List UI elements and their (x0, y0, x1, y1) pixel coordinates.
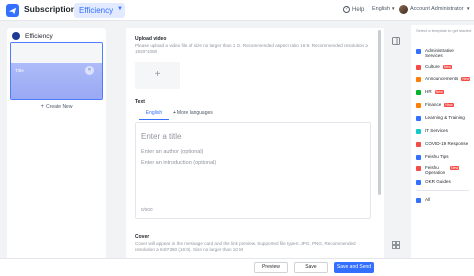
template-label: Finance (425, 102, 442, 107)
app-title: Subscriptions (24, 4, 81, 14)
upload-video-button[interactable]: + (135, 62, 180, 89)
announcements-icon (416, 76, 421, 82)
caret-down-icon: ▼ (391, 6, 396, 11)
upload-video-label: Upload video (135, 36, 167, 42)
card-thumbnail (11, 43, 102, 63)
template-label: Culture (425, 64, 440, 69)
save-button[interactable]: Save (294, 262, 328, 273)
template-item-announcements[interactable]: Announcements New (416, 76, 471, 82)
more-languages-button[interactable]: +More languages (173, 110, 213, 116)
upload-video-hint: Please upload a video file of size no la… (135, 43, 368, 54)
new-badge: New (442, 64, 453, 69)
template-label: COVID-19 Response (425, 141, 469, 146)
template-item-administrative-services[interactable]: Administrative Services (416, 48, 459, 59)
template-item-culture[interactable]: Culture New (416, 64, 453, 70)
app-logo-icon (6, 4, 19, 17)
language-label: English (372, 6, 391, 12)
channel-header: Efficiency (12, 32, 53, 40)
account-name[interactable]: Account Administrator ▼ (410, 6, 471, 12)
avatar[interactable] (399, 5, 408, 14)
plus-icon: + (154, 69, 161, 80)
new-badge: New (450, 165, 460, 170)
help-label: Help (352, 6, 365, 13)
template-label: HR (425, 89, 432, 94)
editor-panel: Upload video Please upload a video file … (126, 28, 384, 258)
editor-scrollbar[interactable] (378, 30, 381, 195)
new-badge: New (434, 89, 444, 94)
template-hint: Select a template to get started (416, 28, 472, 33)
channel-name: Efficiency (25, 32, 53, 40)
remove-card-icon[interactable]: ✕ (85, 66, 94, 75)
cover-label: Cover (135, 234, 150, 240)
learning-icon (416, 115, 421, 121)
plus-icon: + (40, 104, 45, 110)
template-label: Announcements (425, 76, 459, 81)
template-item-all[interactable]: All (416, 197, 430, 203)
create-new-button[interactable]: + Create New (7, 104, 106, 110)
template-item-it-services[interactable]: IT Services (416, 128, 448, 134)
message-list-panel: Efficiency Title ✕ + Create New (7, 28, 106, 273)
footer-bar: Preview Save Save and Send (0, 258, 474, 276)
divider (416, 190, 469, 191)
new-badge: New (461, 76, 471, 81)
template-item-feishu-tips[interactable]: Feishu Tips (416, 154, 449, 160)
card-title: Title (15, 69, 24, 74)
template-item-covid-19-response[interactable]: COVID-19 Response (416, 141, 468, 147)
text-editor[interactable]: Enter a title Enter an author (optional)… (135, 122, 371, 219)
active-tab-indicator (139, 119, 169, 120)
okr-guides-icon (416, 179, 421, 185)
grid-icon (416, 197, 421, 203)
character-counter: 0/500 (141, 207, 153, 212)
caret-down-icon: ▼ (117, 6, 123, 12)
space-name: Efficiency (79, 6, 114, 15)
template-label: IT Services (425, 128, 448, 133)
card-body: Title ✕ (11, 63, 102, 99)
top-header: Subscriptions Efficiency ▼ ? Help Englis… (0, 0, 474, 21)
title-input[interactable]: Enter a title (141, 132, 181, 141)
preview-button[interactable]: Preview (254, 262, 288, 273)
template-item-finance[interactable]: Finance New (416, 102, 454, 108)
culture-icon (416, 64, 421, 70)
caret-down-icon: ▼ (466, 6, 471, 11)
space-selector[interactable]: Efficiency ▼ (74, 3, 125, 18)
author-input[interactable]: Enter an author (optional) (141, 149, 203, 155)
feishu-operation-icon (416, 165, 421, 171)
template-item-okr-guides[interactable]: OKR Guides (416, 179, 451, 185)
template-label: Feishu Operation (425, 165, 446, 176)
help-button[interactable]: ? Help (343, 6, 364, 13)
template-item-hr[interactable]: HR New (416, 89, 444, 95)
it-services-icon (416, 128, 421, 134)
language-selector[interactable]: English▼ (372, 6, 396, 12)
feishu-tips-icon (416, 154, 421, 160)
hr-icon (416, 89, 421, 95)
collapse-panel-icon[interactable] (392, 32, 400, 45)
covid-response-icon (416, 141, 421, 147)
template-label: OKR Guides (425, 179, 451, 184)
more-languages-label: More languages (176, 110, 213, 116)
message-card[interactable]: Title ✕ (10, 42, 103, 100)
template-label: Administrative Services (425, 48, 454, 59)
administrative-services-icon (416, 48, 421, 54)
create-new-label: Create New (46, 104, 73, 110)
template-item-learning-training[interactable]: Learning & Training (416, 115, 465, 121)
channel-avatar-icon (12, 32, 20, 40)
account-label: Account Administrator (410, 6, 464, 12)
help-icon: ? (343, 6, 350, 13)
text-label: Text (135, 99, 145, 105)
save-and-send-button[interactable]: Save and Send (334, 262, 374, 273)
layout-settings-icon[interactable] (392, 236, 400, 249)
template-label: Learning & Training (425, 115, 465, 120)
tab-english[interactable]: English (139, 110, 169, 116)
template-label: All (425, 197, 431, 202)
introduction-input[interactable]: Enter an introduction (optional) (141, 160, 216, 166)
new-badge: New (444, 102, 454, 107)
template-label: Feishu Tips (425, 154, 449, 159)
cover-hint: Cover will appear in the message card an… (135, 241, 356, 252)
finance-icon (416, 102, 421, 108)
template-item-feishu-operation[interactable]: Feishu Operation New (416, 165, 460, 176)
template-panel: Select a template to get started Adminis… (411, 25, 474, 276)
plus-icon: + (173, 110, 176, 116)
